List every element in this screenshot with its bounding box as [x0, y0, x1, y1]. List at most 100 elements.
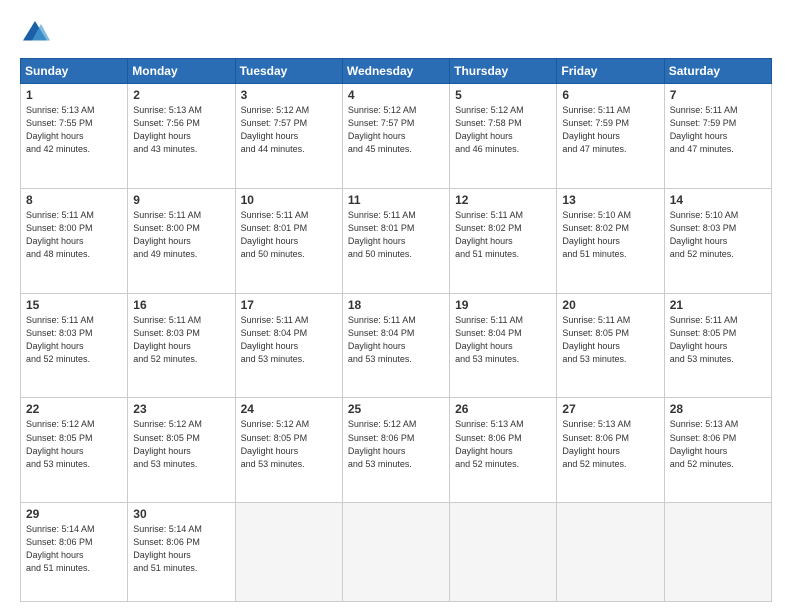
week-row-2: 8 Sunrise: 5:11 AM Sunset: 8:00 PM Dayli… — [21, 188, 772, 293]
week-row-4: 22 Sunrise: 5:12 AM Sunset: 8:05 PM Dayl… — [21, 398, 772, 503]
day-info: Sunrise: 5:11 AM Sunset: 8:04 PM Dayligh… — [348, 314, 444, 366]
day-info: Sunrise: 5:11 AM Sunset: 8:03 PM Dayligh… — [133, 314, 229, 366]
day-number: 22 — [26, 402, 122, 416]
day-cell: 28 Sunrise: 5:13 AM Sunset: 8:06 PM Dayl… — [664, 398, 771, 503]
day-info: Sunrise: 5:10 AM Sunset: 8:03 PM Dayligh… — [670, 209, 766, 261]
col-tuesday: Tuesday — [235, 59, 342, 84]
day-cell: 23 Sunrise: 5:12 AM Sunset: 8:05 PM Dayl… — [128, 398, 235, 503]
day-number: 8 — [26, 193, 122, 207]
day-number: 28 — [670, 402, 766, 416]
day-number: 25 — [348, 402, 444, 416]
day-number: 20 — [562, 298, 658, 312]
day-cell: 22 Sunrise: 5:12 AM Sunset: 8:05 PM Dayl… — [21, 398, 128, 503]
day-number: 16 — [133, 298, 229, 312]
day-info: Sunrise: 5:11 AM Sunset: 8:01 PM Dayligh… — [348, 209, 444, 261]
day-cell: 2 Sunrise: 5:13 AM Sunset: 7:56 PM Dayli… — [128, 84, 235, 189]
day-info: Sunrise: 5:11 AM Sunset: 7:59 PM Dayligh… — [562, 104, 658, 156]
day-cell: 1 Sunrise: 5:13 AM Sunset: 7:55 PM Dayli… — [21, 84, 128, 189]
day-number: 19 — [455, 298, 551, 312]
day-number: 29 — [26, 507, 122, 521]
day-cell: 17 Sunrise: 5:11 AM Sunset: 8:04 PM Dayl… — [235, 293, 342, 398]
day-info: Sunrise: 5:13 AM Sunset: 8:06 PM Dayligh… — [562, 418, 658, 470]
day-cell — [557, 503, 664, 602]
col-wednesday: Wednesday — [342, 59, 449, 84]
day-cell: 7 Sunrise: 5:11 AM Sunset: 7:59 PM Dayli… — [664, 84, 771, 189]
day-cell: 29 Sunrise: 5:14 AM Sunset: 8:06 PM Dayl… — [21, 503, 128, 602]
day-number: 13 — [562, 193, 658, 207]
day-number: 14 — [670, 193, 766, 207]
day-info: Sunrise: 5:12 AM Sunset: 7:57 PM Dayligh… — [348, 104, 444, 156]
day-number: 11 — [348, 193, 444, 207]
day-cell: 10 Sunrise: 5:11 AM Sunset: 8:01 PM Dayl… — [235, 188, 342, 293]
day-info: Sunrise: 5:11 AM Sunset: 8:04 PM Dayligh… — [455, 314, 551, 366]
day-info: Sunrise: 5:13 AM Sunset: 8:06 PM Dayligh… — [455, 418, 551, 470]
day-cell: 4 Sunrise: 5:12 AM Sunset: 7:57 PM Dayli… — [342, 84, 449, 189]
day-info: Sunrise: 5:12 AM Sunset: 8:06 PM Dayligh… — [348, 418, 444, 470]
day-number: 1 — [26, 88, 122, 102]
header — [20, 18, 772, 48]
calendar-table: Sunday Monday Tuesday Wednesday Thursday… — [20, 58, 772, 602]
day-number: 23 — [133, 402, 229, 416]
day-info: Sunrise: 5:13 AM Sunset: 7:55 PM Dayligh… — [26, 104, 122, 156]
day-cell: 16 Sunrise: 5:11 AM Sunset: 8:03 PM Dayl… — [128, 293, 235, 398]
day-cell: 5 Sunrise: 5:12 AM Sunset: 7:58 PM Dayli… — [450, 84, 557, 189]
day-cell — [235, 503, 342, 602]
day-number: 26 — [455, 402, 551, 416]
day-number: 17 — [241, 298, 337, 312]
day-number: 15 — [26, 298, 122, 312]
day-cell — [450, 503, 557, 602]
col-thursday: Thursday — [450, 59, 557, 84]
day-cell: 12 Sunrise: 5:11 AM Sunset: 8:02 PM Dayl… — [450, 188, 557, 293]
day-cell — [664, 503, 771, 602]
day-info: Sunrise: 5:12 AM Sunset: 8:05 PM Dayligh… — [26, 418, 122, 470]
day-number: 30 — [133, 507, 229, 521]
day-info: Sunrise: 5:12 AM Sunset: 7:58 PM Dayligh… — [455, 104, 551, 156]
day-number: 6 — [562, 88, 658, 102]
day-info: Sunrise: 5:12 AM Sunset: 7:57 PM Dayligh… — [241, 104, 337, 156]
day-info: Sunrise: 5:11 AM Sunset: 8:02 PM Dayligh… — [455, 209, 551, 261]
day-number: 27 — [562, 402, 658, 416]
day-info: Sunrise: 5:11 AM Sunset: 8:04 PM Dayligh… — [241, 314, 337, 366]
col-friday: Friday — [557, 59, 664, 84]
day-info: Sunrise: 5:13 AM Sunset: 7:56 PM Dayligh… — [133, 104, 229, 156]
week-row-5: 29 Sunrise: 5:14 AM Sunset: 8:06 PM Dayl… — [21, 503, 772, 602]
day-cell: 15 Sunrise: 5:11 AM Sunset: 8:03 PM Dayl… — [21, 293, 128, 398]
day-info: Sunrise: 5:14 AM Sunset: 8:06 PM Dayligh… — [133, 523, 229, 575]
day-cell: 11 Sunrise: 5:11 AM Sunset: 8:01 PM Dayl… — [342, 188, 449, 293]
day-number: 12 — [455, 193, 551, 207]
day-info: Sunrise: 5:14 AM Sunset: 8:06 PM Dayligh… — [26, 523, 122, 575]
day-number: 24 — [241, 402, 337, 416]
day-cell: 6 Sunrise: 5:11 AM Sunset: 7:59 PM Dayli… — [557, 84, 664, 189]
day-number: 21 — [670, 298, 766, 312]
day-info: Sunrise: 5:11 AM Sunset: 8:05 PM Dayligh… — [670, 314, 766, 366]
day-info: Sunrise: 5:11 AM Sunset: 8:03 PM Dayligh… — [26, 314, 122, 366]
day-cell: 24 Sunrise: 5:12 AM Sunset: 8:05 PM Dayl… — [235, 398, 342, 503]
day-cell: 21 Sunrise: 5:11 AM Sunset: 8:05 PM Dayl… — [664, 293, 771, 398]
day-number: 2 — [133, 88, 229, 102]
day-info: Sunrise: 5:11 AM Sunset: 8:05 PM Dayligh… — [562, 314, 658, 366]
day-info: Sunrise: 5:10 AM Sunset: 8:02 PM Dayligh… — [562, 209, 658, 261]
col-saturday: Saturday — [664, 59, 771, 84]
col-monday: Monday — [128, 59, 235, 84]
day-cell: 27 Sunrise: 5:13 AM Sunset: 8:06 PM Dayl… — [557, 398, 664, 503]
day-cell: 26 Sunrise: 5:13 AM Sunset: 8:06 PM Dayl… — [450, 398, 557, 503]
day-info: Sunrise: 5:11 AM Sunset: 8:01 PM Dayligh… — [241, 209, 337, 261]
day-number: 4 — [348, 88, 444, 102]
logo-icon — [20, 18, 50, 48]
day-number: 3 — [241, 88, 337, 102]
day-cell: 18 Sunrise: 5:11 AM Sunset: 8:04 PM Dayl… — [342, 293, 449, 398]
day-cell: 13 Sunrise: 5:10 AM Sunset: 8:02 PM Dayl… — [557, 188, 664, 293]
day-number: 5 — [455, 88, 551, 102]
day-cell — [342, 503, 449, 602]
logo — [20, 18, 54, 48]
day-cell: 20 Sunrise: 5:11 AM Sunset: 8:05 PM Dayl… — [557, 293, 664, 398]
day-info: Sunrise: 5:13 AM Sunset: 8:06 PM Dayligh… — [670, 418, 766, 470]
day-number: 9 — [133, 193, 229, 207]
week-row-3: 15 Sunrise: 5:11 AM Sunset: 8:03 PM Dayl… — [21, 293, 772, 398]
col-sunday: Sunday — [21, 59, 128, 84]
header-row: Sunday Monday Tuesday Wednesday Thursday… — [21, 59, 772, 84]
day-cell: 25 Sunrise: 5:12 AM Sunset: 8:06 PM Dayl… — [342, 398, 449, 503]
day-number: 10 — [241, 193, 337, 207]
day-number: 7 — [670, 88, 766, 102]
day-info: Sunrise: 5:11 AM Sunset: 8:00 PM Dayligh… — [133, 209, 229, 261]
